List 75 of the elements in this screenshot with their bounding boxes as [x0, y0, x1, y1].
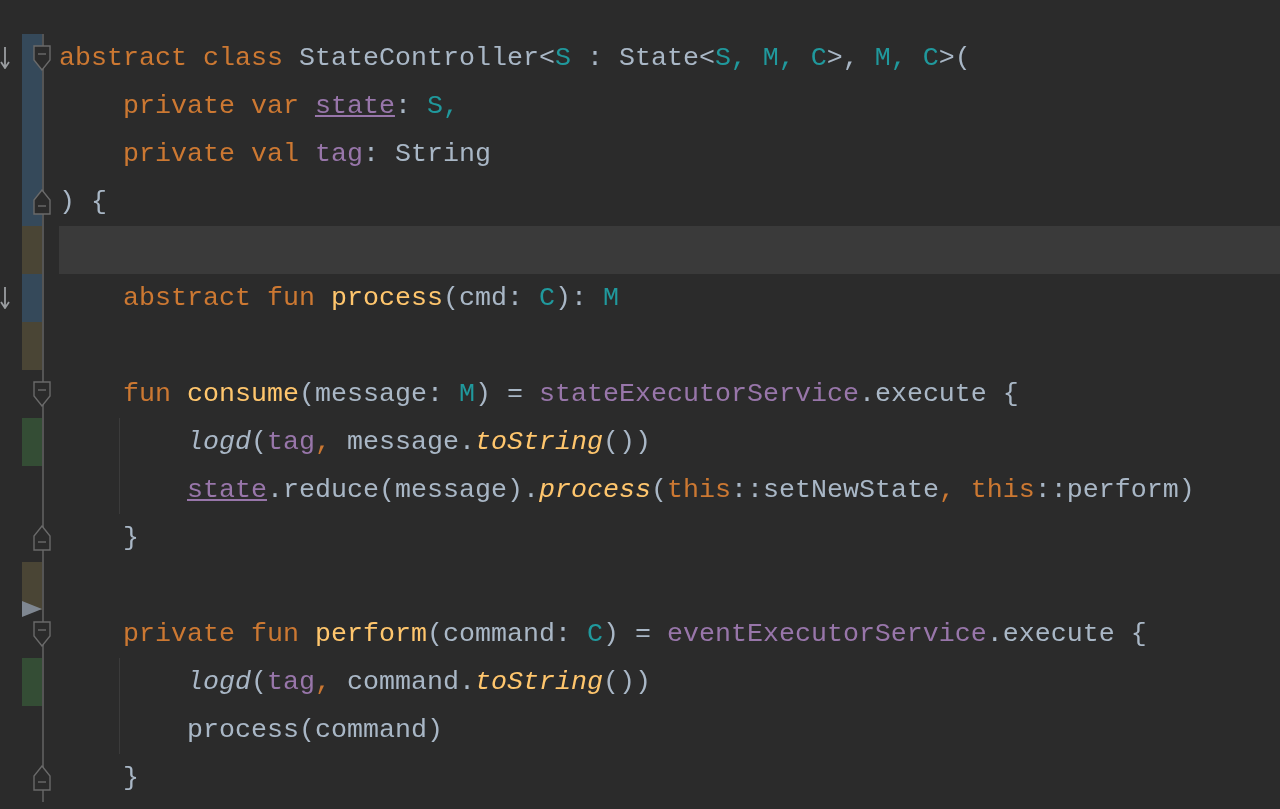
- keyword: private val: [123, 139, 300, 169]
- code-text: .execute {: [986, 619, 1147, 649]
- code-text: command.: [347, 667, 475, 697]
- variable-name: state: [314, 91, 395, 121]
- code-text: (cmd:: [442, 283, 524, 313]
- function-name: consume: [187, 379, 299, 409]
- function-call: toString: [475, 427, 603, 457]
- code-text: (: [251, 667, 267, 697]
- change-marker[interactable]: [22, 562, 42, 610]
- code-text: >(: [938, 43, 971, 73]
- code-text: (: [650, 475, 667, 505]
- change-marker[interactable]: [22, 658, 42, 706]
- function-name: process: [330, 283, 443, 313]
- down-arrow-icon[interactable]: [0, 47, 10, 69]
- fold-icon[interactable]: [33, 45, 51, 71]
- type-parameter: M: [602, 283, 619, 313]
- keyword: , this: [938, 475, 1035, 505]
- keyword: abstract class: [59, 43, 283, 73]
- code-text: : State<: [585, 43, 715, 73]
- function-call: logd: [187, 667, 251, 697]
- keyword: abstract fun: [123, 283, 316, 313]
- type-parameter: S: [554, 43, 571, 73]
- variable-name: state: [187, 475, 267, 505]
- change-marker[interactable]: [22, 322, 42, 370]
- keyword: ,: [315, 427, 332, 457]
- function-call: logd: [187, 427, 251, 457]
- code-text: ()): [602, 667, 651, 697]
- change-marker[interactable]: [22, 418, 42, 466]
- code-text: >,: [826, 43, 860, 73]
- keyword: private var: [123, 91, 300, 121]
- function-name: perform: [314, 619, 427, 649]
- type-parameter: C: [586, 619, 603, 649]
- code-text: ::setNewState: [730, 475, 939, 505]
- code-text: process(command): [187, 715, 443, 745]
- property-name: tag: [314, 139, 363, 169]
- code-text: ) =: [474, 379, 524, 409]
- fold-icon[interactable]: [33, 765, 51, 791]
- function-call: toString: [475, 667, 603, 697]
- change-marker[interactable]: [22, 226, 42, 274]
- keyword: fun: [123, 379, 172, 409]
- code-text: : String: [362, 139, 491, 169]
- code-text: ) {: [59, 187, 107, 217]
- down-arrow-icon[interactable]: [0, 287, 10, 309]
- keyword: private fun: [123, 619, 300, 649]
- change-marker[interactable]: [22, 274, 42, 322]
- property-name: tag: [267, 667, 315, 697]
- code-text: (message:: [299, 379, 444, 409]
- code-text: .execute {: [858, 379, 1019, 409]
- function-call: process: [538, 475, 651, 505]
- code-text: }: [123, 763, 139, 793]
- code-text: ::perform): [1034, 475, 1195, 505]
- code-text: ):: [554, 283, 588, 313]
- property-name: tag: [267, 427, 315, 457]
- code-text: ()): [602, 427, 651, 457]
- code-text: (command:: [426, 619, 572, 649]
- property-name: stateExecutorService: [538, 379, 859, 409]
- fold-icon[interactable]: [33, 381, 51, 407]
- type-parameter: S, M, C: [714, 43, 827, 73]
- code-text: .reduce(message).: [267, 475, 539, 505]
- type-parameter: M: [458, 379, 475, 409]
- fold-icon[interactable]: [33, 621, 51, 647]
- fold-icon[interactable]: [33, 525, 51, 551]
- triangle-icon[interactable]: [22, 599, 42, 619]
- code-text: ) =: [602, 619, 652, 649]
- type-parameter: C: [538, 283, 555, 313]
- code-text: (: [251, 427, 267, 457]
- type-parameter: M, C: [874, 43, 939, 73]
- code-text: :: [394, 91, 412, 121]
- code-text: message.: [347, 427, 475, 457]
- keyword: ,: [315, 667, 332, 697]
- code-text: StateController<: [297, 43, 555, 73]
- property-name: eventExecutorService: [666, 619, 987, 649]
- keyword: this: [666, 475, 731, 505]
- type-parameter: S,: [426, 91, 459, 121]
- code-text: }: [123, 523, 139, 553]
